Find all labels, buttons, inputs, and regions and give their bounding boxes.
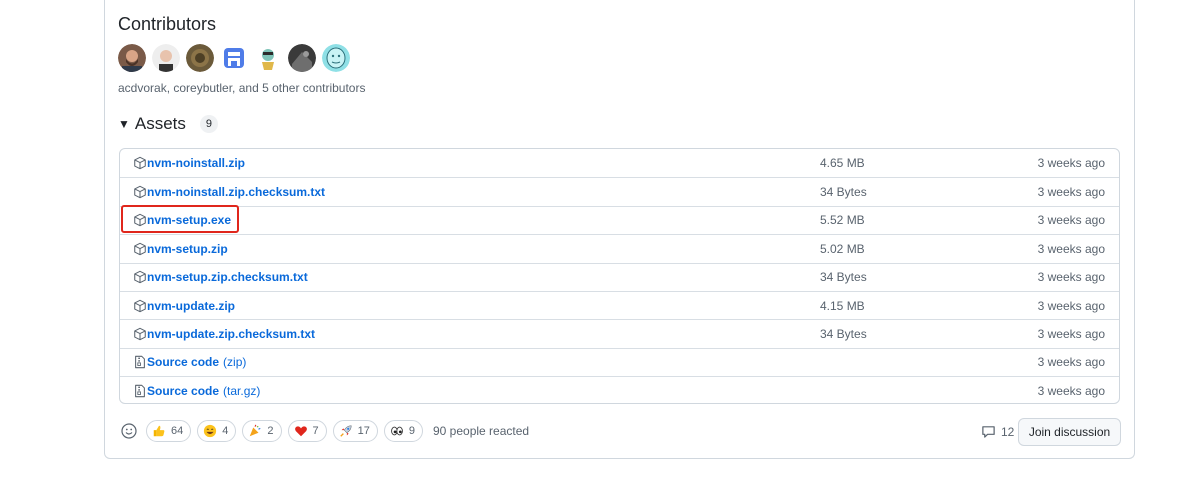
asset-download-link[interactable]: nvm-update.zip.checksum.txt bbox=[147, 327, 315, 341]
reaction-heart[interactable]: 7 bbox=[287, 420, 327, 442]
asset-size: 5.52 MB bbox=[820, 213, 865, 228]
contributors-heading: Contributors bbox=[118, 14, 217, 34]
asset-row: nvm-setup.zip.checksum.txt 34 Bytes 3 week… bbox=[120, 262, 1119, 291]
asset-download-link[interactable]: Source code (zip) bbox=[147, 355, 246, 369]
assets-heading: Assets bbox=[134, 114, 186, 133]
package-icon bbox=[133, 185, 147, 199]
contributors-avatars bbox=[118, 44, 350, 72]
package-icon bbox=[133, 156, 147, 170]
asset-ext: (zip) bbox=[223, 355, 247, 370]
asset-download-link[interactable]: nvm-setup.zip bbox=[147, 242, 228, 256]
package-icon bbox=[133, 270, 147, 284]
eyes-icon bbox=[391, 426, 403, 436]
asset-date: 3 weeks ago bbox=[1037, 355, 1105, 370]
reaction-rocket[interactable]: 17 bbox=[332, 420, 378, 442]
asset-row: nvm-noinstall.zip 4.65 MB 3 weeks ago bbox=[120, 149, 1119, 177]
avatar[interactable] bbox=[254, 44, 282, 72]
asset-row: nvm-update.zip.checksum.txt 34 Bytes 3 wee… bbox=[120, 319, 1119, 347]
asset-row: Source code (tar.gz) 3 weeks ago bbox=[120, 376, 1119, 403]
assets-list: nvm-noinstall.zip 4.65 MB 3 weeks ago nvm-n… bbox=[119, 148, 1120, 404]
reaction-count: 4 bbox=[222, 425, 229, 437]
comments-count: 12 bbox=[1001, 424, 1015, 439]
asset-date: 3 weeks ago bbox=[1037, 241, 1105, 256]
package-icon bbox=[133, 242, 147, 256]
reaction-hooray[interactable]: 2 bbox=[242, 420, 282, 442]
asset-date: 3 weeks ago bbox=[1037, 327, 1105, 342]
asset-size: 34 Bytes bbox=[820, 185, 867, 200]
asset-download-link[interactable]: nvm-noinstall.zip.checksum.txt bbox=[147, 185, 325, 199]
asset-ext: (tar.gz) bbox=[223, 383, 261, 398]
asset-date: 3 weeks ago bbox=[1037, 185, 1105, 200]
asset-row: Source code (zip) 3 weeks ago bbox=[120, 347, 1119, 376]
avatar[interactable] bbox=[152, 44, 180, 72]
heart-icon bbox=[294, 426, 307, 437]
package-icon bbox=[133, 213, 147, 227]
add-reaction-button[interactable] bbox=[118, 420, 140, 442]
asset-date: 3 weeks ago bbox=[1037, 156, 1105, 171]
asset-size: 4.15 MB bbox=[820, 298, 865, 313]
file-zip-icon bbox=[133, 355, 147, 369]
asset-row: nvm-setup.zip 5.02 MB 3 weeks ago bbox=[120, 234, 1119, 262]
reactions-bar: 64 4 2 7 17 9 90 people reacted bbox=[118, 419, 529, 443]
comments-link[interactable]: 12 bbox=[981, 424, 1014, 439]
reactions-summary: 90 people reacted bbox=[433, 424, 530, 438]
assets-count-badge: 9 bbox=[199, 115, 218, 133]
asset-size: 4.65 MB bbox=[820, 156, 865, 171]
smiley-icon bbox=[121, 423, 137, 439]
rocket-icon bbox=[339, 425, 352, 437]
asset-date: 3 weeks ago bbox=[1037, 383, 1105, 398]
asset-download-link[interactable]: nvm-setup.zip.checksum.txt bbox=[147, 270, 308, 284]
package-icon bbox=[133, 299, 147, 313]
asset-download-link[interactable]: nvm-setup.exe bbox=[147, 213, 231, 227]
avatar[interactable] bbox=[220, 44, 248, 72]
laugh-icon bbox=[204, 424, 217, 438]
asset-size: 34 Bytes bbox=[820, 327, 867, 342]
reaction-laugh[interactable]: 4 bbox=[197, 420, 237, 442]
thumbs-up-icon bbox=[153, 425, 165, 437]
asset-date: 3 weeks ago bbox=[1037, 298, 1105, 313]
asset-date: 3 weeks ago bbox=[1037, 213, 1105, 228]
reaction-count: 64 bbox=[171, 425, 184, 437]
asset-date: 3 weeks ago bbox=[1037, 270, 1105, 285]
caret-down-icon: ▼ bbox=[118, 117, 130, 131]
reaction-thumbs-up[interactable]: 64 bbox=[146, 420, 192, 442]
asset-size: 5.02 MB bbox=[820, 241, 865, 256]
assets-toggle[interactable]: ▼ Assets 9 bbox=[118, 114, 218, 134]
contributors-summary: acdvorak, coreybutler, and 5 other contr… bbox=[118, 81, 366, 95]
reaction-count: 17 bbox=[357, 425, 370, 437]
asset-download-link[interactable]: Source code (tar.gz) bbox=[147, 384, 260, 398]
asset-download-link[interactable]: nvm-noinstall.zip bbox=[147, 156, 245, 170]
reaction-count: 2 bbox=[267, 425, 274, 437]
reaction-count: 9 bbox=[408, 425, 415, 437]
comment-icon bbox=[982, 426, 995, 438]
avatar[interactable] bbox=[118, 44, 146, 72]
reaction-eyes[interactable]: 9 bbox=[383, 420, 423, 442]
asset-row: nvm-noinstall.zip.checksum.txt 34 Bytes 3 … bbox=[120, 177, 1119, 205]
reaction-count: 7 bbox=[312, 425, 319, 437]
asset-size: 34 Bytes bbox=[820, 270, 867, 285]
avatar[interactable] bbox=[322, 44, 350, 72]
asset-download-link[interactable]: nvm-update.zip bbox=[147, 299, 235, 313]
package-icon bbox=[133, 327, 147, 341]
party-popper-icon bbox=[250, 424, 261, 437]
asset-name: Source code bbox=[147, 383, 220, 398]
asset-row: nvm-update.zip 4.15 MB 3 weeks ago bbox=[120, 290, 1119, 319]
join-discussion-button[interactable]: Join discussion bbox=[1018, 418, 1121, 446]
file-zip-icon bbox=[133, 384, 147, 398]
asset-row: nvm-setup.exe 5.52 MB 3 weeks ago bbox=[120, 205, 1119, 234]
avatar[interactable] bbox=[186, 44, 214, 72]
asset-name: Source code bbox=[147, 355, 220, 370]
avatar[interactable] bbox=[288, 44, 316, 72]
